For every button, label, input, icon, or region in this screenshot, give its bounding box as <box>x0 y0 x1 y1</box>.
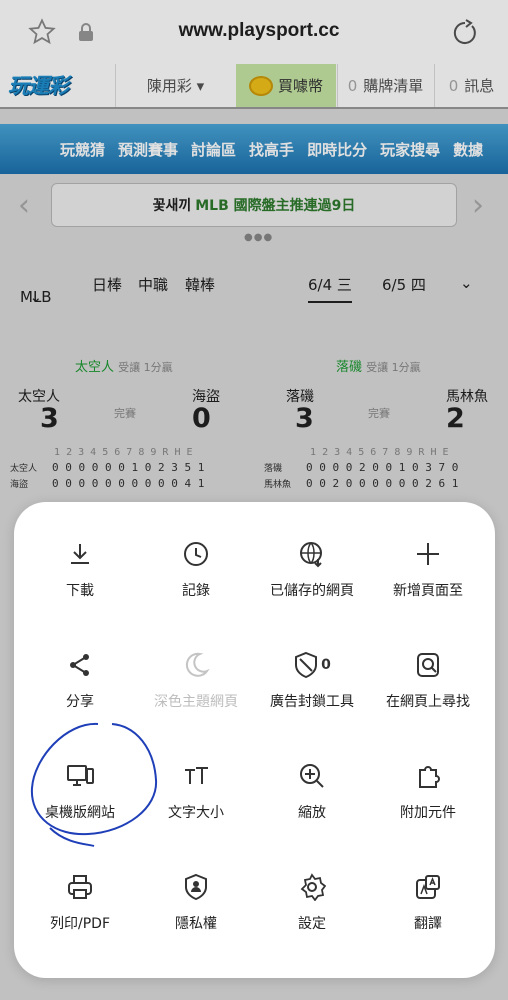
puzzle-icon <box>412 760 444 792</box>
menu-label: 設定 <box>298 916 326 932</box>
menu-label: 下載 <box>66 583 94 599</box>
history-icon <box>180 538 212 570</box>
menu-saved-pages[interactable]: 已儲存的網頁 <box>252 502 372 602</box>
menu-label: 深色主題網頁 <box>154 694 238 710</box>
menu-label: 翻譯 <box>414 916 442 932</box>
menu-label: 列印/PDF <box>50 916 110 932</box>
find-in-page-icon <box>412 649 444 681</box>
menu-desktop-site[interactable]: 桌機版網站 <box>20 724 140 824</box>
menu-print-pdf[interactable]: 列印/PDF <box>20 835 140 935</box>
menu-text-size[interactable]: 文字大小 <box>136 724 256 824</box>
menu-settings[interactable]: 設定 <box>252 835 372 935</box>
saved-pages-icon <box>296 538 328 570</box>
menu-label: 記錄 <box>182 583 210 599</box>
translate-icon <box>412 871 444 903</box>
menu-add-page[interactable]: 新增頁面至 <box>368 502 488 602</box>
menu-label: 縮放 <box>298 805 326 821</box>
menu-label: 新增頁面至 <box>393 583 463 599</box>
moon-icon <box>180 649 212 681</box>
menu-privacy[interactable]: 隱私權 <box>136 835 256 935</box>
zoom-icon <box>296 760 328 792</box>
desktop-icon <box>64 760 96 792</box>
menu-ad-blocker[interactable]: 0 廣告封鎖工具 <box>252 613 372 713</box>
menu-dark-theme[interactable]: 深色主題網頁 <box>136 613 256 713</box>
settings-icon <box>296 871 328 903</box>
menu-label: 文字大小 <box>168 805 224 821</box>
menu-label: 附加元件 <box>400 805 456 821</box>
menu-label: 已儲存的網頁 <box>270 583 354 599</box>
browser-menu-sheet: 下載 記錄 已儲存的網頁 新增頁面至 分享 深色主題網頁 0 廣告封鎖工具 在網… <box>14 502 495 978</box>
print-icon <box>64 871 96 903</box>
privacy-icon <box>180 871 212 903</box>
menu-label: 分享 <box>66 694 94 710</box>
plus-icon <box>412 538 444 570</box>
text-size-icon <box>180 760 212 792</box>
menu-label: 在網頁上尋找 <box>386 694 470 710</box>
share-icon <box>64 649 96 681</box>
menu-download[interactable]: 下載 <box>20 502 140 602</box>
menu-add-ons[interactable]: 附加元件 <box>368 724 488 824</box>
ad-block-count: 0 <box>321 657 331 673</box>
download-icon <box>64 538 96 570</box>
menu-history[interactable]: 記錄 <box>136 502 256 602</box>
shield-block-icon: 0 <box>290 649 334 681</box>
menu-translate[interactable]: 翻譯 <box>368 835 488 935</box>
menu-label: 桌機版網站 <box>45 805 115 821</box>
menu-zoom[interactable]: 縮放 <box>252 724 372 824</box>
menu-label: 廣告封鎖工具 <box>270 694 354 710</box>
menu-share[interactable]: 分享 <box>20 613 140 713</box>
menu-find-in-page[interactable]: 在網頁上尋找 <box>368 613 488 713</box>
menu-label: 隱私權 <box>175 916 217 932</box>
